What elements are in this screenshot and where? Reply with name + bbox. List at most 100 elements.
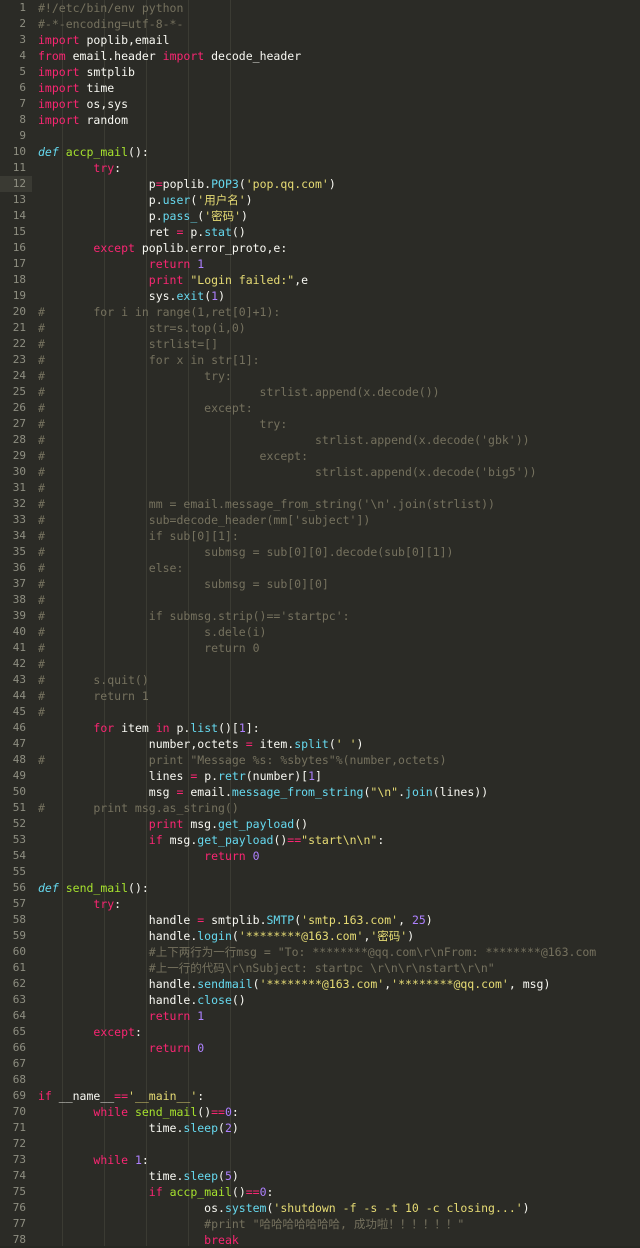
code-line-content[interactable]: if msg.get_payload()=="start\n\n": bbox=[32, 832, 640, 848]
code-line-content[interactable]: time.sleep(5) bbox=[32, 1168, 640, 1184]
code-editor[interactable]: 1 #!/etc/bin/env python 2 #-*-encoding=utf-… bbox=[0, 0, 640, 1247]
code-line-content[interactable] bbox=[32, 864, 640, 880]
code-line-content[interactable]: return 1 bbox=[32, 256, 640, 272]
code-line[interactable]: 38 # bbox=[0, 592, 640, 608]
code-line-content[interactable]: # submsg = sub[0][0] bbox=[32, 576, 640, 592]
code-line[interactable]: 71 time.sleep(2) bbox=[0, 1120, 640, 1136]
code-line-content[interactable]: print msg.get_payload() bbox=[32, 816, 640, 832]
code-line-content[interactable]: # strlist.append(x.decode('big5')) bbox=[32, 464, 640, 480]
code-line[interactable]: 16 except poplib.error_proto,e: bbox=[0, 240, 640, 256]
code-line[interactable]: 29 # except: bbox=[0, 448, 640, 464]
code-line-content[interactable]: lines = p.retr(number)[1] bbox=[32, 768, 640, 784]
code-line[interactable]: 19 sys.exit(1) bbox=[0, 288, 640, 304]
code-line[interactable]: 43 # s.quit() bbox=[0, 672, 640, 688]
code-line-content[interactable]: # strlist=[] bbox=[32, 336, 640, 352]
code-line-content[interactable]: import time bbox=[32, 80, 640, 96]
code-line[interactable]: 30 # strlist.append(x.decode('big5')) bbox=[0, 464, 640, 480]
code-line[interactable]: 31 # bbox=[0, 480, 640, 496]
code-line-content[interactable] bbox=[32, 128, 640, 144]
code-line-content[interactable]: # s.dele(i) bbox=[32, 624, 640, 640]
code-line-content[interactable]: os.system('shutdown -f -s -t 10 -c closi… bbox=[32, 1200, 640, 1216]
code-line-content[interactable]: # bbox=[32, 480, 640, 496]
code-line[interactable]: 34 # if sub[0][1]: bbox=[0, 528, 640, 544]
code-line[interactable]: 26 # except: bbox=[0, 400, 640, 416]
code-line[interactable]: 51 # print msg.as_string() bbox=[0, 800, 640, 816]
code-line-content[interactable]: handle.close() bbox=[32, 992, 640, 1008]
code-line-content[interactable]: handle = smtplib.SMTP('smtp.163.com', 25… bbox=[32, 912, 640, 928]
code-line-content[interactable] bbox=[32, 1056, 640, 1072]
code-line[interactable]: 18 print "Login failed:",e bbox=[0, 272, 640, 288]
code-line[interactable]: 3 import poplib,email bbox=[0, 32, 640, 48]
code-line[interactable]: 50 msg = email.message_from_string("\n".… bbox=[0, 784, 640, 800]
code-line-content[interactable]: time.sleep(2) bbox=[32, 1120, 640, 1136]
code-line[interactable]: 40 # s.dele(i) bbox=[0, 624, 640, 640]
code-line-content[interactable]: def send_mail(): bbox=[32, 880, 640, 896]
code-line-content[interactable]: handle.login('********@163.com','密码') bbox=[32, 928, 640, 944]
code-line[interactable]: 46 for item in p.list()[1]: bbox=[0, 720, 640, 736]
code-line[interactable]: 1 #!/etc/bin/env python bbox=[0, 0, 640, 16]
code-line-content[interactable]: # submsg = sub[0][0].decode(sub[0][1]) bbox=[32, 544, 640, 560]
code-line[interactable]: 62 handle.sendmail('********@163.com','*… bbox=[0, 976, 640, 992]
code-line-content[interactable]: except poplib.error_proto,e: bbox=[32, 240, 640, 256]
code-line[interactable]: 14 p.pass_('密码') bbox=[0, 208, 640, 224]
code-line[interactable]: 24 # try: bbox=[0, 368, 640, 384]
code-line[interactable]: 37 # submsg = sub[0][0] bbox=[0, 576, 640, 592]
code-line[interactable]: 49 lines = p.retr(number)[1] bbox=[0, 768, 640, 784]
code-line[interactable]: 56 def send_mail(): bbox=[0, 880, 640, 896]
code-line[interactable]: 23 # for x in str[1]: bbox=[0, 352, 640, 368]
code-line[interactable]: 20 # for i in range(1,ret[0]+1): bbox=[0, 304, 640, 320]
code-line[interactable]: 33 # sub=decode_header(mm['subject']) bbox=[0, 512, 640, 528]
code-line-content[interactable]: return 1 bbox=[32, 1008, 640, 1024]
code-line-content[interactable]: except: bbox=[32, 1024, 640, 1040]
code-line-content[interactable]: # try: bbox=[32, 416, 640, 432]
code-line[interactable]: 45 # bbox=[0, 704, 640, 720]
code-line-content[interactable]: # if submsg.strip()=='startpc': bbox=[32, 608, 640, 624]
code-line[interactable]: 36 # else: bbox=[0, 560, 640, 576]
code-line[interactable]: 42 # bbox=[0, 656, 640, 672]
code-line-content[interactable]: from email.header import decode_header bbox=[32, 48, 640, 64]
code-line-content[interactable]: # str=s.top(i,0) bbox=[32, 320, 640, 336]
code-line[interactable]: 8 import random bbox=[0, 112, 640, 128]
code-line[interactable]: 17 return 1 bbox=[0, 256, 640, 272]
code-line[interactable]: 15 ret = p.stat() bbox=[0, 224, 640, 240]
code-line[interactable]: 11 try: bbox=[0, 160, 640, 176]
code-line-content[interactable]: # print msg.as_string() bbox=[32, 800, 640, 816]
code-line-content[interactable]: # for x in str[1]: bbox=[32, 352, 640, 368]
code-line[interactable]: 70 while send_mail()==0: bbox=[0, 1104, 640, 1120]
code-line-content[interactable]: # s.quit() bbox=[32, 672, 640, 688]
code-line[interactable]: 6 import time bbox=[0, 80, 640, 96]
code-line[interactable]: 61 #上一行的代码\r\nSubject: startpc \r\n\r\ns… bbox=[0, 960, 640, 976]
code-line[interactable]: 25 # strlist.append(x.decode()) bbox=[0, 384, 640, 400]
code-line-content[interactable]: print "Login failed:",e bbox=[32, 272, 640, 288]
code-line-content[interactable]: return 0 bbox=[32, 848, 640, 864]
code-line[interactable]: 53 if msg.get_payload()=="start\n\n": bbox=[0, 832, 640, 848]
code-line[interactable]: 48 # print "Message %s: %sbytes"%(number,… bbox=[0, 752, 640, 768]
code-line-content[interactable]: # bbox=[32, 656, 640, 672]
code-line[interactable]: 76 os.system('shutdown -f -s -t 10 -c cl… bbox=[0, 1200, 640, 1216]
code-line-content[interactable]: try: bbox=[32, 896, 640, 912]
code-line[interactable]: 58 handle = smtplib.SMTP('smtp.163.com',… bbox=[0, 912, 640, 928]
code-line-content[interactable]: # strlist.append(x.decode('gbk')) bbox=[32, 432, 640, 448]
code-line-content[interactable]: if __name__=='__main__': bbox=[32, 1088, 640, 1104]
code-line-content[interactable]: for item in p.list()[1]: bbox=[32, 720, 640, 736]
code-line[interactable]: 72 bbox=[0, 1136, 640, 1152]
code-line-content[interactable] bbox=[32, 1072, 640, 1088]
code-line-content[interactable]: # if sub[0][1]: bbox=[32, 528, 640, 544]
code-line-content[interactable]: import poplib,email bbox=[32, 32, 640, 48]
code-line[interactable]: 13 p.user('用户名') bbox=[0, 192, 640, 208]
code-line[interactable]: 35 # submsg = sub[0][0].decode(sub[0][1]) bbox=[0, 544, 640, 560]
code-line-content[interactable]: #!/etc/bin/env python bbox=[32, 0, 640, 16]
code-line[interactable]: 77 #print "哈哈哈哈哈哈哈, 成功啦！！！！！！" bbox=[0, 1216, 640, 1232]
code-line-content[interactable]: import random bbox=[32, 112, 640, 128]
code-line[interactable]: 73 while 1: bbox=[0, 1152, 640, 1168]
code-line-content[interactable]: try: bbox=[32, 160, 640, 176]
code-line[interactable]: 28 # strlist.append(x.decode('gbk')) bbox=[0, 432, 640, 448]
code-line-content[interactable]: # mm = email.message_from_string('\n'.jo… bbox=[32, 496, 640, 512]
code-line-content[interactable]: return 0 bbox=[32, 1040, 640, 1056]
code-line-content[interactable]: p.pass_('密码') bbox=[32, 208, 640, 224]
code-line-content[interactable]: p.user('用户名') bbox=[32, 192, 640, 208]
code-line-content[interactable]: msg = email.message_from_string("\n".joi… bbox=[32, 784, 640, 800]
code-line-content[interactable]: # except: bbox=[32, 448, 640, 464]
code-line[interactable]: 54 return 0 bbox=[0, 848, 640, 864]
code-line-content[interactable]: while 1: bbox=[32, 1152, 640, 1168]
